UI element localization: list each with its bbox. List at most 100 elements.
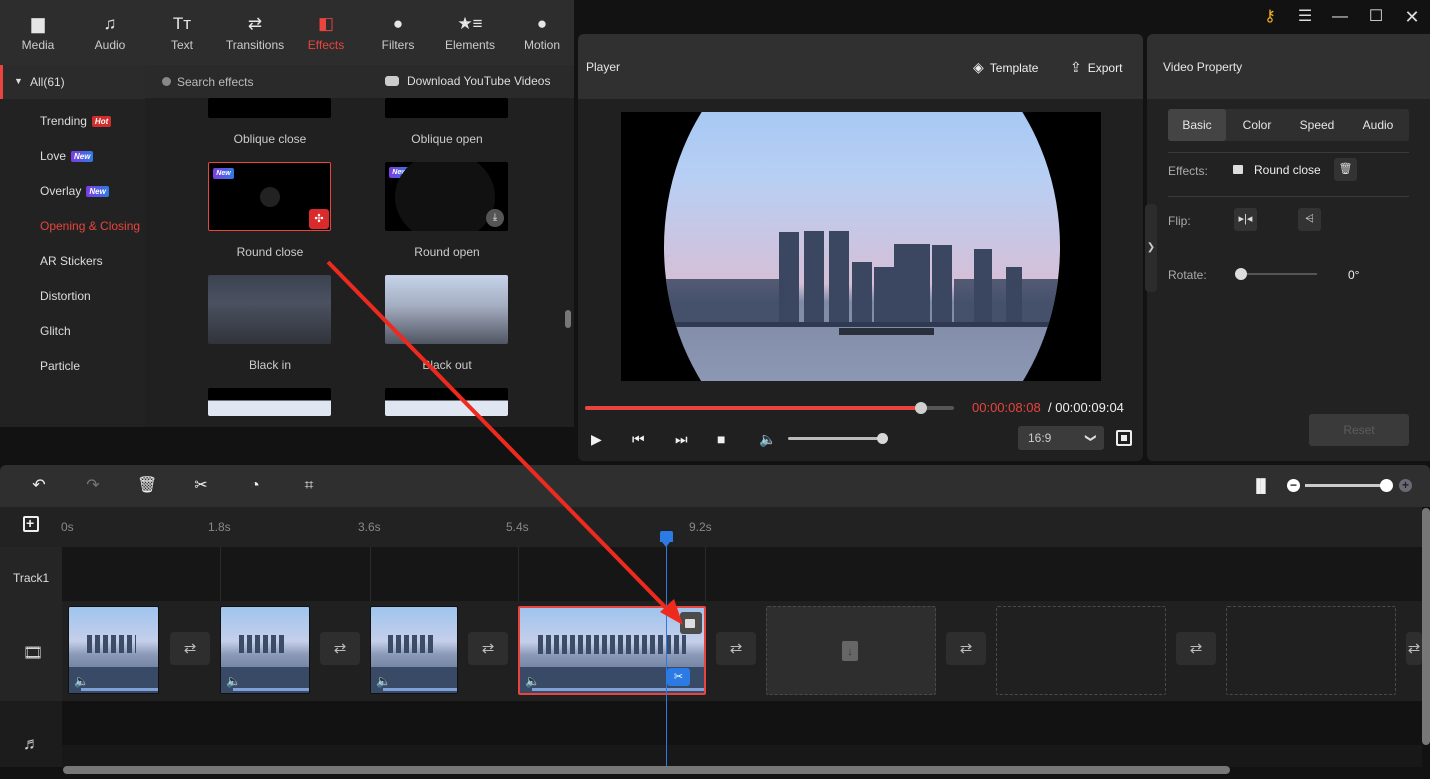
nav-filters[interactable]: ● Filters (363, 0, 433, 65)
menu-icon[interactable]: ☰ (1293, 6, 1317, 28)
nav-elements[interactable]: ★≡ Elements (435, 0, 505, 65)
category-love[interactable]: Love New (40, 149, 94, 163)
close-button[interactable]: ✕ (1400, 6, 1424, 28)
delete-button[interactable]: 🗑 (137, 476, 157, 496)
timeline-horizontal-scrollbar[interactable] (63, 766, 1230, 774)
next-frame-button[interactable]: ⏭ (675, 430, 688, 448)
effect-thumb-black-in[interactable] (208, 275, 331, 344)
template-button[interactable]: ◈ Template (973, 59, 1038, 76)
nav-text[interactable]: Tт Text (147, 0, 217, 65)
redo-button[interactable]: ↷ (83, 476, 103, 496)
volume-slider[interactable] (788, 433, 888, 444)
transition-slot[interactable]: ⇄ (716, 632, 756, 665)
category-opening-closing[interactable]: Opening & Closing (40, 219, 143, 233)
empty-clip-slot[interactable] (1226, 606, 1396, 695)
volume-icon[interactable]: 🔈 (226, 674, 241, 688)
transition-slot[interactable]: ⇄ (170, 632, 210, 665)
playhead-line[interactable] (666, 540, 667, 767)
video-clip[interactable]: 🔈 (220, 606, 310, 694)
volume-icon[interactable]: 🔈 (525, 674, 540, 688)
timeline-zoom-slider[interactable] (1305, 484, 1387, 487)
nav-audio[interactable]: ♫ Audio (75, 0, 145, 65)
tab-audio[interactable]: Audio (1349, 109, 1407, 141)
volume-icon[interactable]: 🔈 (376, 674, 391, 688)
zoom-in-button[interactable]: + (1399, 479, 1412, 492)
effect-thumb-black-out[interactable] (385, 275, 508, 344)
stop-button[interactable]: ■ (717, 430, 725, 448)
round-close-mask (664, 112, 1060, 381)
effect-thumb[interactable] (208, 388, 331, 416)
aspect-ratio-select[interactable]: 16:9 ❯ (1018, 426, 1104, 450)
effect-thumb-round-close[interactable]: New ✣ (208, 162, 331, 231)
track1-lane[interactable] (62, 547, 1422, 601)
reset-button[interactable]: Reset (1309, 414, 1409, 446)
split-at-playhead-button[interactable]: ✂ (667, 668, 690, 686)
volume-icon[interactable]: 🔈 (759, 430, 776, 448)
volume-icon[interactable]: 🔈 (74, 674, 89, 688)
tab-speed[interactable]: Speed (1288, 109, 1346, 141)
category-glitch[interactable]: Glitch (40, 324, 71, 338)
rotate-slider[interactable] (1239, 273, 1317, 275)
volume-handle[interactable] (877, 433, 888, 444)
progress-slider[interactable] (585, 402, 954, 414)
download-youtube-button[interactable]: Download YouTube Videos (385, 74, 550, 88)
transition-slot[interactable]: ⇄ (946, 632, 986, 665)
minimize-button[interactable]: — (1328, 6, 1352, 28)
crop-button[interactable]: ⌗ (299, 476, 319, 496)
player-title: Player (586, 60, 621, 74)
category-distortion[interactable]: Distortion (40, 289, 91, 303)
undo-button[interactable]: ↶ (29, 476, 49, 496)
fit-timeline-button[interactable]: ▐▌ (1251, 476, 1271, 496)
effect-thumb-round-open[interactable]: New ⤓ (385, 162, 508, 231)
tab-basic[interactable]: Basic (1168, 109, 1226, 141)
transition-slot[interactable]: ⇄ (320, 632, 360, 665)
split-button[interactable]: ✂ (191, 476, 211, 496)
collapse-panel-button[interactable]: ❯ (1145, 204, 1157, 292)
effect-thumb-oblique-open[interactable] (385, 98, 508, 118)
category-overlay[interactable]: Overlay New (40, 184, 109, 198)
effects-scrollbar[interactable] (565, 310, 571, 328)
video-clip[interactable]: 🔈 (68, 606, 159, 694)
add-effect-icon[interactable]: ✣ (309, 209, 329, 229)
export-button[interactable]: ⇪ Export (1070, 59, 1122, 76)
maximize-button[interactable]: ☐ (1364, 6, 1388, 28)
filters-icon: ● (392, 14, 404, 33)
nav-effects[interactable]: ◧ Effects (291, 0, 361, 65)
effect-thumb-oblique-close[interactable] (208, 98, 331, 118)
empty-clip-slot[interactable] (996, 606, 1166, 695)
add-track-button[interactable] (23, 515, 39, 532)
nav-media[interactable]: ▆ Media (3, 0, 73, 65)
nav-motion[interactable]: ● Motion (507, 0, 577, 65)
search-input[interactable] (177, 74, 347, 90)
category-trending[interactable]: Trending Hot (40, 114, 112, 128)
video-preview[interactable] (621, 112, 1101, 381)
audio-track-lane-extra[interactable] (62, 745, 1422, 767)
play-button[interactable]: ▶ (591, 430, 602, 448)
flip-horizontal-button[interactable]: ▸|◂ (1234, 208, 1257, 231)
previous-frame-button[interactable]: ⏮ (632, 430, 645, 448)
effect-thumb[interactable] (385, 388, 508, 416)
timeline-zoom-handle[interactable] (1380, 479, 1393, 492)
transition-slot[interactable]: ⇄ (1176, 632, 1216, 665)
flip-vertical-button[interactable]: ⩤ (1298, 208, 1321, 231)
speed-button[interactable]: ◔ (245, 476, 265, 496)
transition-slot[interactable]: ⇄ (468, 632, 508, 665)
timeline-ruler[interactable]: 0s 1.8s 3.6s 5.4s 9.2s (0, 507, 1422, 547)
delete-effect-button[interactable]: 🗑 (1334, 158, 1357, 181)
timeline-vertical-scrollbar[interactable] (1422, 508, 1430, 745)
transition-slot[interactable]: ⇄ (1406, 632, 1422, 665)
clip-effect-icon[interactable] (680, 612, 702, 634)
video-clip[interactable]: 🔈 (370, 606, 458, 694)
download-icon[interactable]: ⤓ (486, 209, 504, 227)
fullscreen-button[interactable] (1116, 430, 1132, 446)
playhead-handle[interactable] (660, 531, 673, 547)
rotate-handle[interactable] (1235, 268, 1247, 280)
category-all[interactable]: ▼ All(61) (0, 65, 145, 99)
category-particle[interactable]: Particle (40, 359, 80, 373)
zoom-out-button[interactable]: − (1287, 479, 1300, 492)
nav-transitions[interactable]: ⇄ Transitions (219, 0, 291, 65)
category-ar-stickers[interactable]: AR Stickers (40, 254, 103, 268)
progress-handle[interactable] (914, 402, 927, 414)
key-icon[interactable]: ⚷ (1258, 6, 1282, 28)
tab-color[interactable]: Color (1228, 109, 1286, 141)
